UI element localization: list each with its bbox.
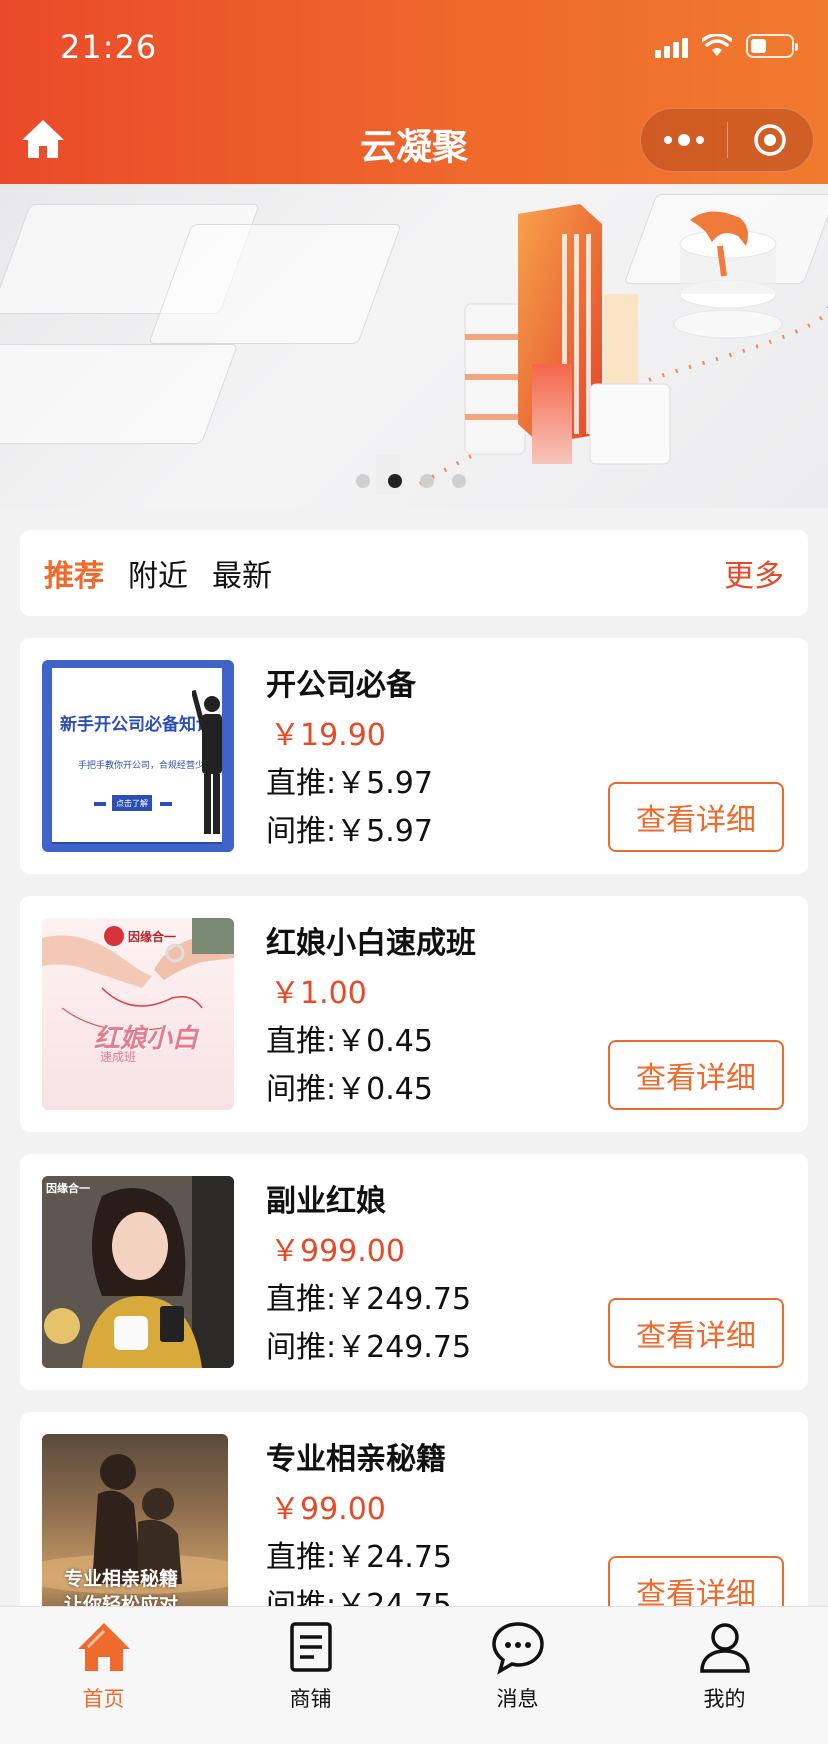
battery-icon xyxy=(746,34,798,58)
tab-profile-label: 我的 xyxy=(703,1687,746,1711)
thumb-button: 点击了解 xyxy=(112,795,152,811)
indirect-commission: 间推:￥5.97 xyxy=(266,814,433,849)
businessman-figure xyxy=(192,690,222,834)
product-thumbnail[interactable]: 因缘合一 xyxy=(42,1176,234,1368)
tab-nearby[interactable]: 附近 xyxy=(128,551,188,595)
banner-illustration xyxy=(376,204,828,494)
product-name: 副业红娘 xyxy=(266,1184,386,1219)
product-name: 专业相亲秘籍 xyxy=(266,1442,446,1477)
more-link[interactable]: 更多 xyxy=(724,551,784,595)
direct-commission: 直推:￥249.75 xyxy=(266,1282,472,1317)
product-card[interactable]: 新手开公司必备知识 手把手教你开公司，合规经营少踩坑 点击了解 开公司必备 ￥1… xyxy=(20,638,808,874)
product-name: 开公司必备 xyxy=(266,668,416,703)
tab-home[interactable]: 首页 xyxy=(0,1607,207,1744)
banner-carousel[interactable] xyxy=(0,184,828,508)
indirect-commission: 间推:￥249.75 xyxy=(266,1330,472,1365)
status-time: 21:26 xyxy=(60,28,158,66)
product-price: ￥19.90 xyxy=(270,718,386,753)
product-price: ￥999.00 xyxy=(270,1234,405,1269)
direct-commission: 直推:￥24.75 xyxy=(266,1540,452,1575)
tab-recommended[interactable]: 推荐 xyxy=(44,551,104,595)
thumb-title-line1: 专业相亲秘籍 xyxy=(64,1568,179,1590)
thumb-subtitle: 手把手教你开公司，合规经营少踩坑 xyxy=(78,761,208,771)
view-details-button[interactable]: 查看详细 xyxy=(608,1040,784,1110)
tab-messages[interactable]: 消息 xyxy=(414,1607,621,1744)
home-icon xyxy=(77,1623,130,1671)
indirect-commission: 间推:￥0.45 xyxy=(266,1072,433,1107)
product-name: 红娘小白速成班 xyxy=(266,926,476,961)
status-icons xyxy=(655,34,798,58)
bottom-tab-bar: 首页 商铺 消息 我的 xyxy=(0,1606,828,1744)
header: 21:26 云凝聚 xyxy=(0,0,828,184)
carousel-dot[interactable] xyxy=(452,474,466,488)
carousel-dot[interactable] xyxy=(356,474,370,488)
product-thumbnail[interactable]: 因缘合一 红娘小白 速成班 xyxy=(42,918,234,1110)
signal-icon xyxy=(655,34,688,58)
thumb-brand: 因缘合一 xyxy=(46,1182,90,1195)
thumb-subtitle: 速成班 xyxy=(100,1050,137,1064)
close-program-button[interactable] xyxy=(728,109,814,171)
woman-with-mug-image xyxy=(42,1176,234,1368)
product-thumbnail[interactable]: 新手开公司必备知识 手把手教你开公司，合规经营少踩坑 点击了解 xyxy=(42,660,234,852)
product-thumbnail[interactable]: 专业相亲秘籍 让你轻松应对 xyxy=(42,1434,228,1626)
tab-profile[interactable]: 我的 xyxy=(621,1607,828,1744)
carousel-dot[interactable] xyxy=(420,474,434,488)
tab-home-label: 首页 xyxy=(82,1687,125,1711)
tab-shop-label: 商铺 xyxy=(289,1687,332,1711)
view-details-button[interactable]: 查看详细 xyxy=(608,782,784,852)
product-card[interactable]: 因缘合一 红娘小白 速成班 红娘小白速成班 ￥1.00 直推:￥0.45 间推:… xyxy=(20,896,808,1132)
carousel-indicator[interactable] xyxy=(356,474,466,488)
thumb-brand: 因缘合一 xyxy=(128,930,177,944)
filter-tabs: 推荐 附近 最新 更多 xyxy=(20,530,808,616)
tab-messages-label: 消息 xyxy=(496,1687,539,1711)
wifi-icon xyxy=(702,34,732,56)
direct-commission: 直推:￥5.97 xyxy=(266,766,433,801)
carousel-dot-active[interactable] xyxy=(388,474,402,488)
product-card[interactable]: 因缘合一 副业红娘 ￥999.00 直推:￥249.75 间推:￥249.75 … xyxy=(20,1154,808,1390)
more-dots-icon xyxy=(663,134,704,146)
tab-latest[interactable]: 最新 xyxy=(212,551,272,595)
view-details-button[interactable]: 查看详细 xyxy=(608,1298,784,1368)
product-price: ￥1.00 xyxy=(270,976,367,1011)
mini-program-capsule xyxy=(640,108,814,172)
chat-bubble-icon xyxy=(491,1622,544,1675)
tab-shop[interactable]: 商铺 xyxy=(207,1607,414,1744)
pinky-promise-image xyxy=(42,918,234,1031)
product-price: ￥99.00 xyxy=(270,1492,386,1527)
document-icon xyxy=(289,1622,332,1672)
user-icon xyxy=(699,1623,750,1673)
direct-commission: 直推:￥0.45 xyxy=(266,1024,433,1059)
more-menu-button[interactable] xyxy=(641,109,727,171)
target-icon xyxy=(754,124,786,156)
